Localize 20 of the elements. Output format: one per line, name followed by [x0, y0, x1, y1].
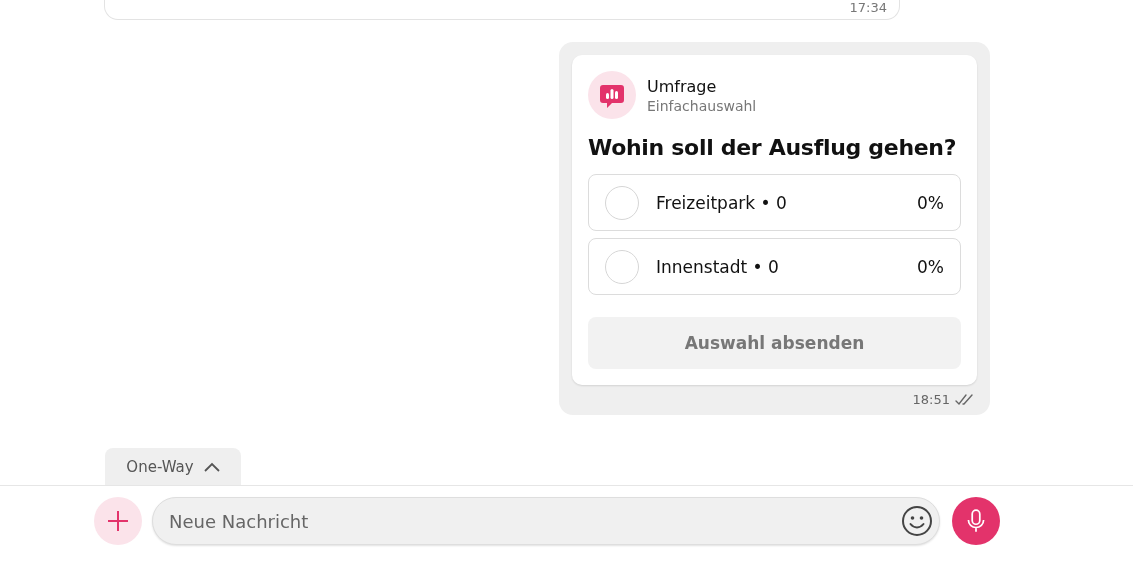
- poll-option[interactable]: Freizeitpark • 0 0%: [588, 174, 961, 231]
- option-label: Freizeitpark • 0: [656, 192, 788, 213]
- poll-mode: Einfachauswahl: [647, 97, 757, 114]
- add-button[interactable]: [94, 497, 142, 545]
- poll-question: Wohin soll der Ausflug gehen?: [588, 135, 958, 160]
- plus-icon: [106, 509, 130, 533]
- message-field[interactable]: Neue Nachricht: [152, 497, 940, 545]
- option-percent: 0%: [917, 192, 944, 213]
- emoji-icon[interactable]: [901, 505, 933, 537]
- message-time: 18:51: [912, 392, 950, 407]
- poll-option[interactable]: Innenstadt • 0 0%: [588, 238, 961, 295]
- caret-icon: [203, 461, 220, 472]
- option-percent: 0%: [917, 256, 944, 277]
- microphone-button[interactable]: [952, 497, 1000, 545]
- option-label: Innenstadt • 0: [656, 256, 780, 277]
- poll-type: Umfrage: [647, 76, 718, 96]
- message-input[interactable]: Neue Nachricht: [167, 509, 901, 533]
- message-time: 17:34: [849, 0, 887, 15]
- mode-tab[interactable]: One-Way: [105, 448, 241, 485]
- poll-icon: [588, 71, 636, 119]
